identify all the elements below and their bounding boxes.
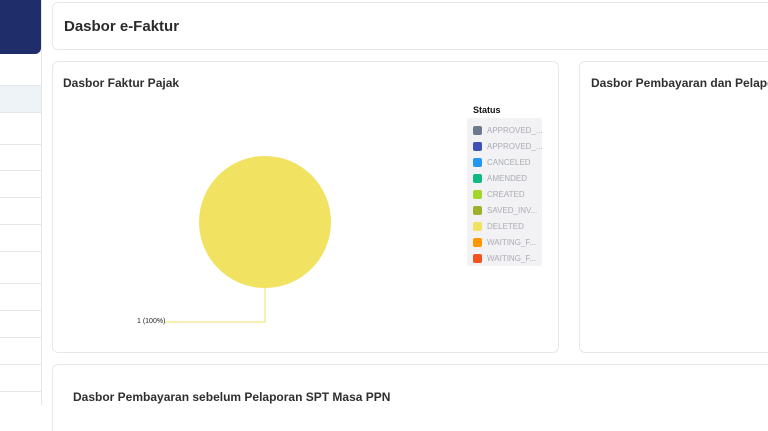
legend-label: WAITING_F... (487, 253, 537, 263)
sidebar-divider (0, 364, 41, 365)
sidebar-item-active[interactable] (0, 86, 41, 112)
legend-swatch (473, 237, 482, 247)
sidebar-divider (0, 337, 41, 338)
sidebar-divider (0, 85, 41, 86)
legend-item[interactable]: SAVED_INV... (473, 204, 537, 216)
faktur-pajak-card: Dasbor Faktur Pajak 1 (100%) Status APPR… (52, 61, 559, 353)
legend-label: CANCELED (487, 157, 531, 167)
card-title: Dasbor Pembayaran sebelum Pelaporan SPT … (73, 390, 391, 404)
legend-item[interactable]: APPROVED_... (473, 124, 543, 136)
sidebar-divider (0, 391, 41, 392)
sidebar (0, 0, 42, 405)
sidebar-divider (0, 112, 41, 113)
slice-leader-line (165, 288, 266, 323)
legend-swatch (473, 205, 482, 215)
legend-swatch (473, 221, 482, 231)
legend-item[interactable]: WAITING_F... (473, 252, 536, 264)
legend-item[interactable]: WAITING_F... (473, 236, 536, 248)
sidebar-divider (0, 310, 41, 311)
page-title: Dasbor e-Faktur (64, 18, 180, 35)
legend-item[interactable]: CANCELED (473, 156, 531, 168)
legend-label: APPROVED_... (487, 125, 543, 135)
legend-item[interactable]: CREATED (473, 188, 525, 200)
sidebar-divider (0, 170, 41, 171)
page-header: Dasbor e-Faktur (52, 2, 768, 50)
legend-label: SAVED_INV... (487, 205, 538, 215)
sidebar-divider (0, 251, 41, 252)
pembayaran-pelaporan-card: Dasbor Pembayaran dan Pelapo (579, 61, 768, 353)
legend-swatch (473, 125, 482, 135)
legend-label: DELETED (487, 221, 524, 231)
card-title: Dasbor Pembayaran dan Pelapo (591, 76, 768, 90)
sidebar-divider (0, 283, 41, 284)
legend-label: WAITING_F... (487, 237, 537, 247)
chart-legend: APPROVED_... APPROVED_... CANCELED AMENDED C… (467, 118, 543, 266)
legend-label: CREATED (487, 189, 525, 199)
legend-label: APPROVED_... (487, 141, 543, 151)
sidebar-divider (0, 144, 41, 145)
sidebar-brand[interactable] (0, 0, 41, 54)
legend-swatch (473, 173, 482, 183)
sidebar-divider (0, 224, 41, 225)
legend-item[interactable]: AMENDED (473, 172, 527, 184)
legend-swatch (473, 189, 482, 199)
legend-item[interactable]: DELETED (473, 220, 524, 232)
pembayaran-sebelum-pelaporan-card: Dasbor Pembayaran sebelum Pelaporan SPT … (52, 364, 768, 431)
legend-title: Status (473, 105, 501, 115)
legend-item[interactable]: APPROVED_... (473, 140, 543, 152)
legend-swatch (473, 141, 482, 151)
pie-slice-deleted[interactable] (199, 156, 331, 288)
sidebar-divider (0, 197, 41, 198)
legend-swatch (473, 253, 482, 263)
slice-data-label: 1 (100%) (137, 318, 166, 325)
legend-label: AMENDED (487, 173, 528, 183)
legend-swatch (473, 157, 482, 167)
